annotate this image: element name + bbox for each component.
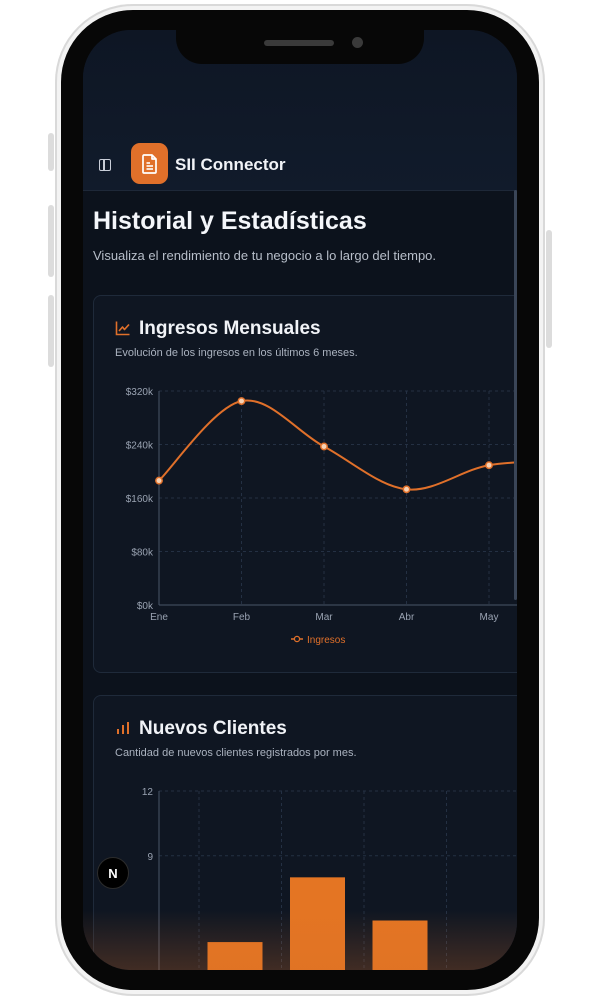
x-tick-label: Abr (399, 612, 415, 623)
trend-line-icon (115, 321, 130, 336)
bar-ene (207, 942, 263, 970)
phone-speaker (264, 40, 334, 46)
x-tick-label: Mar (315, 612, 333, 623)
x-tick-label: Feb (233, 612, 251, 623)
x-tick-label: Ene (150, 612, 168, 623)
y-tick-label: 12 (142, 787, 154, 798)
legend-swatch-dot (293, 635, 301, 643)
scrollbar[interactable] (514, 190, 517, 600)
bar-chart-icon (117, 722, 129, 734)
phone-silent-switch (48, 133, 54, 171)
clients-card-description: Cantidad de nuevos clientes registrados … (115, 747, 357, 759)
data-point (402, 485, 411, 494)
income-card-title: Ingresos Mensuales (139, 318, 321, 339)
y-tick-label: 9 (147, 852, 153, 863)
series-line-ingresos (158, 399, 517, 491)
income-card-description: Evolución de los ingresos en los últimos… (115, 347, 358, 359)
page-title: Historial y Estadísticas (93, 207, 367, 235)
data-point (485, 461, 493, 470)
phone-volume-down (48, 295, 54, 367)
y-tick-label: $320k (126, 387, 154, 398)
document-icon (141, 153, 157, 174)
bar-mar (372, 920, 428, 970)
bar-feb (290, 877, 345, 970)
data-point (237, 397, 246, 405)
y-tick-label: $0k (137, 601, 154, 612)
y-tick-label: $80k (131, 548, 154, 559)
x-tick-label: May (480, 612, 499, 623)
income-line-chart: $0k $80k $160k $240k $320k Ene Feb Mar Abr May Ing… (126, 387, 517, 646)
legend-label: Ingresos (307, 635, 345, 646)
phone-notch (176, 30, 424, 64)
clients-card-title: Nuevos Clientes (139, 718, 287, 739)
app-logo[interactable] (131, 143, 168, 184)
phone-volume-up (48, 205, 54, 277)
clients-bar-chart: 12 9 (142, 787, 517, 970)
page-subtitle: Visualiza el rendimiento de tu negocio a… (93, 248, 437, 263)
app-title: SII Connector (175, 155, 286, 174)
next-dev-badge[interactable]: N (97, 857, 129, 889)
screen: SII Connector Historial y Estadísticas V… (83, 30, 517, 970)
sidebar-toggle-icon[interactable] (99, 159, 111, 171)
y-tick-label: $240k (126, 441, 154, 452)
data-point (155, 476, 163, 485)
data-point (320, 442, 328, 451)
phone-power-button (546, 230, 552, 348)
phone-camera (352, 37, 363, 48)
y-tick-label: $160k (126, 494, 154, 505)
